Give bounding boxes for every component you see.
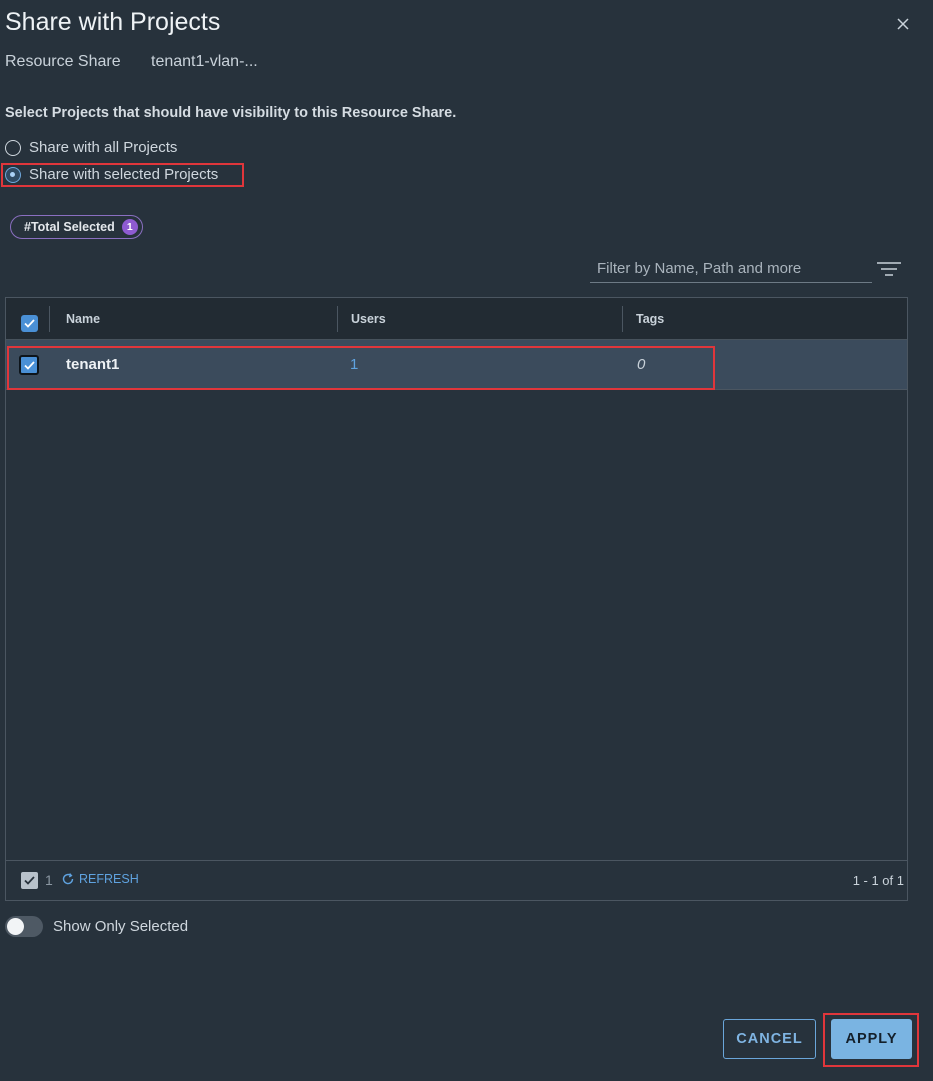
resource-share-value: tenant1-vlan-... — [151, 53, 258, 70]
refresh-button[interactable]: REFRESH — [61, 872, 139, 886]
resource-share-label: Resource Share — [5, 53, 121, 70]
toggle-label: Show Only Selected — [53, 918, 189, 935]
radio-share-selected-projects[interactable]: Share with selected Projects — [5, 166, 218, 183]
refresh-icon — [62, 873, 74, 885]
row-checkbox[interactable] — [19, 355, 39, 375]
instruction-text: Select Projects that should have visibil… — [5, 105, 457, 121]
column-separator — [49, 306, 50, 332]
grid-header: Name Users Tags — [6, 298, 907, 340]
close-icon — [897, 18, 909, 30]
table-row[interactable]: tenant1 1 0 — [6, 340, 907, 390]
show-only-selected-toggle[interactable]: Show Only Selected — [5, 916, 188, 937]
users-count-link[interactable]: 1 — [350, 340, 358, 389]
column-header-users[interactable]: Users — [351, 298, 386, 339]
toggle-switch[interactable] — [5, 916, 43, 937]
filter-input[interactable] — [590, 255, 872, 283]
footer-selected-checkbox — [21, 872, 38, 889]
dialog-title: Share with Projects — [5, 8, 221, 36]
filter-options-button[interactable] — [876, 260, 902, 278]
column-header-tags[interactable]: Tags — [636, 298, 664, 339]
column-separator — [337, 306, 338, 332]
close-button[interactable] — [895, 16, 913, 34]
footer-selected-count: 1 — [45, 872, 53, 888]
filter-lines-icon — [877, 262, 901, 276]
checkmark-icon — [24, 319, 35, 328]
grid-footer: 1 REFRESH 1 - 1 of 1 — [6, 860, 907, 900]
cancel-button[interactable]: CANCEL — [723, 1019, 816, 1059]
projects-datagrid: Name Users Tags tenant1 1 0 1 REFRESH 1 … — [5, 297, 908, 901]
refresh-label: REFRESH — [79, 872, 139, 886]
radio-share-all-projects[interactable]: Share with all Projects — [5, 139, 177, 156]
tags-count-cell: 0 — [637, 356, 646, 373]
radio-label: Share with all Projects — [29, 139, 178, 156]
total-selected-label: #Total Selected — [24, 220, 115, 234]
column-separator — [622, 306, 623, 332]
radio-button-selected[interactable] — [5, 166, 21, 183]
column-header-name[interactable]: Name — [66, 298, 100, 339]
checkmark-icon — [23, 360, 35, 370]
apply-button[interactable]: APPLY — [831, 1019, 912, 1059]
total-selected-badge[interactable]: #Total Selected 1 — [10, 215, 143, 239]
radio-button[interactable] — [5, 139, 21, 156]
total-selected-count: 1 — [121, 219, 138, 235]
checkmark-icon — [24, 876, 35, 885]
select-all-checkbox[interactable] — [21, 315, 38, 332]
project-name-cell: tenant1 — [66, 356, 120, 373]
radio-label: Share with selected Projects — [29, 166, 219, 183]
pagination-info: 1 - 1 of 1 — [852, 873, 904, 888]
